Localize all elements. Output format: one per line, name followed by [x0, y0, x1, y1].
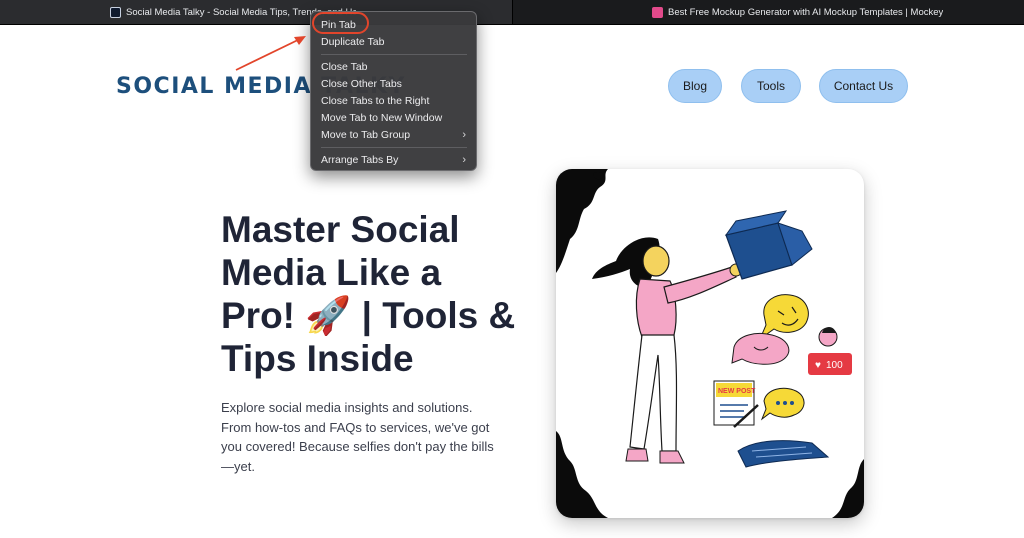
menu-item-close-tabs-right[interactable]: Close Tabs to the Right — [311, 93, 476, 109]
menu-item-close-tab[interactable]: Close Tab — [311, 59, 476, 75]
woman-arm — [663, 266, 737, 304]
menu-item-move-to-tab-group[interactable]: Move to Tab Group › — [311, 127, 476, 143]
menu-item-label: Close Tab — [321, 61, 368, 73]
typing-bubble — [760, 387, 805, 421]
menu-item-duplicate-tab[interactable]: Duplicate Tab — [311, 34, 476, 50]
chevron-right-icon: › — [462, 154, 466, 166]
menu-item-arrange-tabs-by[interactable]: Arrange Tabs By › — [311, 152, 476, 168]
woman-head — [642, 245, 670, 277]
nav-contact-us-button[interactable]: Contact Us — [819, 69, 908, 103]
ink-splash-bottom-left — [556, 431, 608, 518]
menu-item-label: Move Tab to New Window — [321, 112, 443, 124]
browser-tab-bar: Social Media Talky - Social Media Tips, … — [0, 0, 1024, 25]
hero-description: Explore social media insights and soluti… — [221, 400, 494, 474]
nav-tools-button[interactable]: Tools — [741, 69, 801, 103]
red-arrow-icon — [235, 36, 306, 71]
tab-context-menu: Pin Tab Duplicate Tab Close Tab Close Ot… — [310, 11, 477, 171]
menu-item-label: Close Other Tabs — [321, 78, 402, 90]
tab-mockey[interactable]: Best Free Mockup Generator with AI Mocku… — [513, 0, 1024, 24]
heart-icon: ♥ — [815, 360, 821, 371]
new-post-badge: NEW POST — [718, 388, 756, 395]
menu-item-move-to-new-window[interactable]: Move Tab to New Window — [311, 110, 476, 126]
chevron-right-icon: › — [462, 129, 466, 141]
menu-item-label: Move to Tab Group — [321, 129, 411, 141]
menu-item-close-other-tabs[interactable]: Close Other Tabs — [311, 76, 476, 92]
social-media-talky-favicon-icon — [110, 6, 121, 18]
hero-illustration-card: ♥ 100 NEW POST — [556, 169, 864, 518]
pink-chat-bubble — [731, 333, 790, 365]
ink-splash-bottom-right — [832, 459, 864, 518]
pin-tab-highlight-ring — [312, 12, 369, 34]
ink-splash-top-left — [556, 169, 608, 273]
hero-illustration: ♥ 100 NEW POST — [556, 169, 864, 518]
woman-legs — [629, 334, 678, 452]
menu-item-label: Arrange Tabs By — [321, 154, 399, 166]
mockey-favicon-icon — [652, 6, 663, 18]
tab-title: Best Free Mockup Generator with AI Mocku… — [668, 6, 944, 18]
hero-title: Master Social Media Like a Pro! 🚀 | Tool… — [221, 209, 516, 379]
menu-item-label: Close Tabs to the Right — [321, 95, 430, 107]
yellow-chat-bubble — [758, 294, 809, 341]
open-book — [737, 440, 830, 468]
menu-separator — [321, 147, 467, 148]
menu-item-label: Duplicate Tab — [321, 36, 385, 48]
like-count: 100 — [826, 360, 843, 371]
menu-separator — [321, 54, 467, 55]
nav-blog-button[interactable]: Blog — [668, 69, 722, 103]
